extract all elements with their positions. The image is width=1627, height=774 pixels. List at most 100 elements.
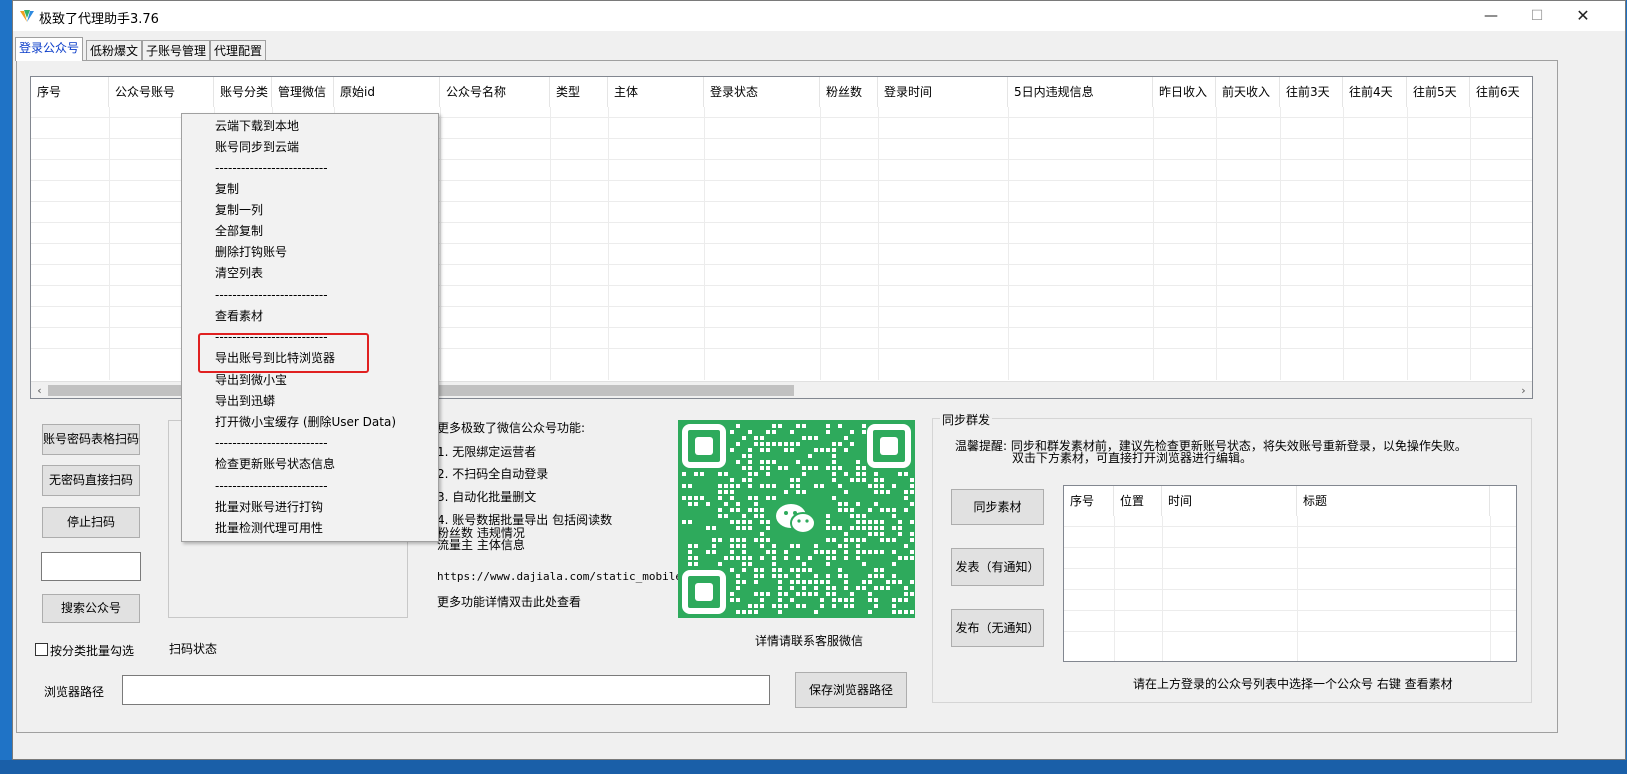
column-header[interactable]: 时间 (1162, 486, 1297, 516)
tab-login-accounts[interactable]: 登录公众号 (15, 37, 84, 61)
column-header[interactable]: 公众号账号 (109, 77, 214, 107)
minimize-button[interactable]: — (1468, 1, 1514, 31)
menu-item-clear-list[interactable]: 清空列表 (215, 263, 263, 284)
search-input[interactable] (41, 552, 141, 581)
column-header[interactable]: 原始id (334, 77, 440, 107)
column-header[interactable]: 类型 (550, 77, 608, 107)
qr-module (856, 478, 860, 482)
column-header[interactable]: 序号 (31, 77, 109, 107)
menu-item-sync-to-cloud[interactable]: 账号同步到云端 (215, 137, 299, 158)
publish-with-notify-button[interactable]: 发表（有通知） (951, 548, 1044, 586)
maximize-button[interactable]: ☐ (1514, 1, 1560, 31)
no-password-scan-button[interactable]: 无密码直接扫码 (42, 465, 140, 496)
qr-module (712, 538, 716, 542)
search-account-button[interactable]: 搜索公众号 (42, 594, 140, 623)
scroll-left-icon[interactable]: ‹ (31, 382, 48, 398)
password-table-scan-button[interactable]: 账号密码表格扫码 (42, 424, 140, 455)
menu-item-batch-check-accounts[interactable]: 批量对账号进行打钩 (215, 497, 323, 518)
qr-module (898, 610, 902, 614)
tab-sub-accounts[interactable]: 子账号管理 (142, 40, 211, 60)
qr-module (784, 556, 788, 560)
qr-module (688, 484, 692, 488)
qr-module (766, 442, 770, 446)
qr-module (742, 526, 746, 530)
qr-module (694, 496, 698, 500)
scroll-right-icon[interactable]: › (1515, 382, 1532, 398)
column-header[interactable]: 序号 (1064, 486, 1114, 516)
qr-module (910, 556, 914, 560)
menu-item-open-weixiaobao-cache[interactable]: 打开微小宝缓存 (删除User Data) (215, 412, 396, 433)
qr-module (766, 448, 770, 452)
batch-select-checkbox[interactable] (35, 643, 48, 656)
qr-module (832, 448, 836, 452)
menu-item-check-account-status[interactable]: 检查更新账号状态信息 (215, 454, 335, 475)
qr-module (880, 508, 884, 512)
checkbox-label: 按分类批量勾选 (50, 644, 135, 658)
qr-module (844, 448, 848, 452)
column-header[interactable]: 标题 (1297, 486, 1490, 516)
qr-module (724, 490, 728, 494)
menu-item-copy[interactable]: 复制 (215, 179, 239, 200)
qr-module (832, 442, 836, 446)
qr-module (730, 538, 734, 542)
column-header[interactable]: 登录时间 (878, 77, 1008, 107)
menu-item-cloud-download[interactable]: 云端下载到本地 (215, 116, 299, 137)
qr-module (724, 556, 728, 560)
menu-item-export-to-weixiaobao[interactable]: 导出到微小宝 (215, 370, 287, 391)
column-header[interactable]: 粉丝数 (820, 77, 878, 107)
tab-low-fan-viral[interactable]: 低粉爆文 (86, 40, 143, 60)
column-header[interactable]: 账号分类 (214, 77, 272, 107)
qr-module (856, 460, 860, 464)
menu-item-delete-checked[interactable]: 删除打钩账号 (215, 242, 287, 263)
qr-module (688, 550, 692, 554)
material-list[interactable]: 序号 位置 时间 标题 (1063, 485, 1517, 662)
column-header[interactable]: 往前5天 (1407, 77, 1470, 107)
qr-module (790, 544, 794, 548)
menu-item-view-material[interactable]: 查看素材 (215, 306, 263, 327)
qr-module (892, 580, 896, 584)
save-browser-path-button[interactable]: 保存浏览器路径 (795, 672, 907, 708)
column-header[interactable]: 登录状态 (704, 77, 820, 107)
column-header[interactable]: 昨日收入 (1153, 77, 1216, 107)
column-header[interactable]: 往前4天 (1343, 77, 1407, 107)
menu-item-copy-all[interactable]: 全部复制 (215, 221, 263, 242)
qr-module (868, 574, 872, 578)
column-header[interactable]: 公众号名称 (440, 77, 550, 107)
qr-module (772, 556, 776, 560)
stop-scan-button[interactable]: 停止扫码 (42, 507, 140, 538)
qr-module (832, 550, 836, 554)
qr-module (910, 532, 914, 536)
menu-item-copy-column[interactable]: 复制一列 (215, 200, 263, 221)
qr-module (838, 484, 842, 488)
qr-module (718, 490, 722, 494)
qr-module (736, 610, 740, 614)
column-header[interactable]: 往前3天 (1280, 77, 1343, 107)
column-header[interactable]: 5日内违规信息 (1008, 77, 1153, 107)
qr-module (760, 508, 764, 512)
qr-module (736, 586, 740, 590)
qr-module (736, 520, 740, 524)
close-button[interactable]: ✕ (1560, 1, 1606, 31)
menu-item-export-to-xunmang[interactable]: 导出到迅蟒 (215, 391, 275, 412)
qr-module (856, 556, 860, 560)
column-header[interactable]: 前天收入 (1216, 77, 1280, 107)
qr-module (694, 502, 698, 506)
column-header[interactable]: 管理微信 (272, 77, 334, 107)
column-header[interactable]: 位置 (1114, 486, 1162, 516)
menu-item-batch-test-proxy[interactable]: 批量检测代理可用性 (215, 518, 323, 539)
column-header[interactable]: 往前6天 (1470, 77, 1532, 107)
tab-proxy-config[interactable]: 代理配置 (210, 40, 267, 60)
column-header[interactable]: 主体 (608, 77, 704, 107)
grid-line (1064, 589, 1516, 590)
publish-silent-button[interactable]: 发布（无通知） (951, 609, 1044, 647)
qr-module (760, 514, 764, 518)
qr-module (880, 574, 884, 578)
browser-path-input[interactable] (122, 675, 770, 705)
promo-more-link[interactable]: 更多功能详情双击此处查看 (437, 593, 581, 610)
qr-module (802, 424, 806, 428)
qr-module (736, 574, 740, 578)
qr-module (874, 478, 878, 482)
qr-module (808, 454, 812, 458)
qr-module (826, 466, 830, 470)
sync-material-button[interactable]: 同步素材 (951, 489, 1044, 525)
